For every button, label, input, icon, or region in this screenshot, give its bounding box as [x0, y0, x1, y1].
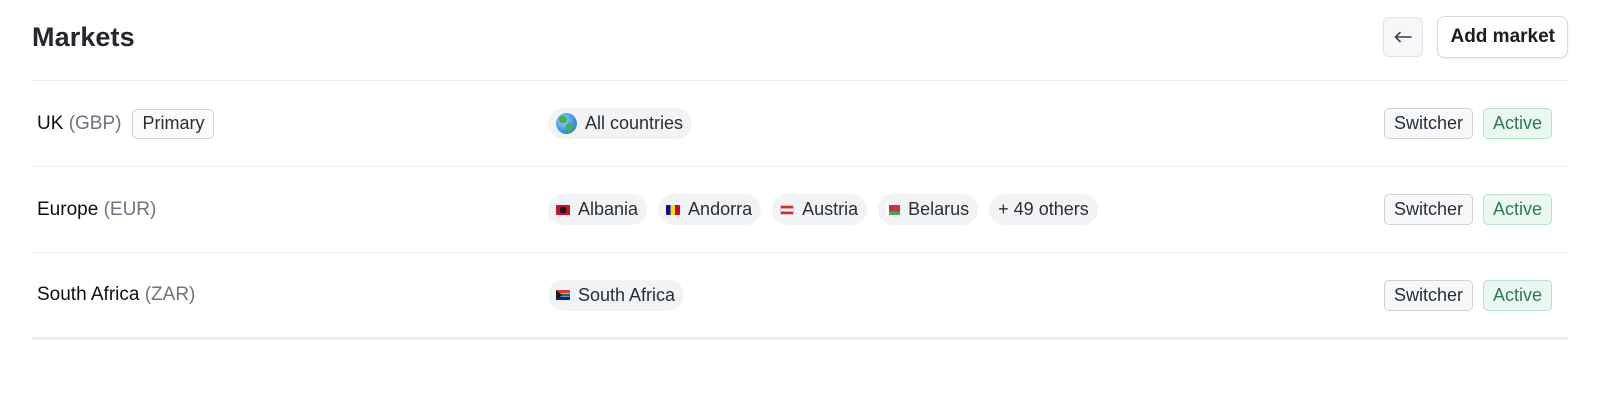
- flag-andorra-icon: [666, 204, 681, 215]
- market-countries: South Africa: [548, 279, 685, 311]
- country-chip-all-countries: All countries: [548, 108, 693, 139]
- page-header: Markets Add market: [32, 0, 1568, 81]
- flag-austria-icon: [780, 204, 795, 215]
- country-chip-south-africa: South Africa: [548, 279, 685, 311]
- flag-south-africa-icon: [556, 290, 570, 300]
- market-name: Europe (EUR): [37, 199, 156, 221]
- country-chip-label: Albania: [578, 199, 639, 219]
- status-badge: Active: [1482, 108, 1552, 139]
- market-name-text: Europe: [37, 198, 99, 220]
- switcher-badge: Switcher: [1383, 108, 1473, 139]
- market-row-badges: Switcher Active: [1383, 194, 1552, 225]
- country-chip-andorra: Andorra: [658, 194, 762, 225]
- country-chip-others: + 49 others: [989, 194, 1098, 225]
- page-title: Markets: [32, 21, 135, 52]
- market-currency: (ZAR): [144, 284, 196, 305]
- market-row-uk[interactable]: UK (GBP) Primary All countries Switcher …: [32, 81, 1568, 167]
- market-name: South Africa (ZAR): [37, 284, 195, 306]
- globe-icon: [556, 113, 577, 134]
- arrow-left-icon: [1395, 31, 1413, 43]
- market-currency: (EUR): [103, 198, 157, 220]
- market-row-south-africa[interactable]: South Africa (ZAR) South Africa Switcher…: [32, 253, 1568, 340]
- status-badge: Active: [1482, 194, 1552, 225]
- market-row-europe[interactable]: Europe (EUR) Albania Andorra Austria Bel…: [32, 167, 1568, 253]
- market-currency: (GBP): [68, 112, 122, 134]
- market-row-badges: Switcher Active: [1383, 279, 1552, 311]
- markets-page: Markets Add market UK (GBP) Primary All …: [0, 0, 1600, 410]
- market-name: UK (GBP) Primary: [37, 108, 215, 139]
- add-market-button[interactable]: Add market: [1437, 16, 1568, 58]
- country-chip-label: Austria: [802, 199, 859, 219]
- country-chip-austria: Austria: [772, 194, 868, 225]
- country-chip-albania: Albania: [548, 194, 648, 225]
- flag-belarus-icon: [886, 204, 901, 215]
- market-name-text: UK: [37, 112, 64, 134]
- country-chip-label: All countries: [585, 113, 684, 133]
- country-chip-label: Belarus: [908, 199, 970, 219]
- market-countries: Albania Andorra Austria Belarus + 49 oth…: [548, 194, 1098, 225]
- market-row-badges: Switcher Active: [1383, 108, 1552, 139]
- country-chip-label: Andorra: [688, 199, 753, 219]
- country-chip-label: South Africa: [578, 284, 676, 305]
- switcher-badge: Switcher: [1383, 279, 1473, 311]
- market-countries: All countries: [548, 108, 693, 139]
- primary-badge: Primary: [132, 108, 215, 139]
- header-actions: Add market: [1383, 16, 1568, 58]
- switcher-badge: Switcher: [1383, 194, 1473, 225]
- market-name-text: South Africa: [37, 284, 140, 305]
- back-button[interactable]: [1383, 17, 1424, 57]
- status-badge: Active: [1482, 279, 1552, 311]
- country-chip-belarus: Belarus: [878, 194, 979, 225]
- markets-list: UK (GBP) Primary All countries Switcher …: [32, 81, 1568, 340]
- flag-albania-icon: [556, 204, 570, 215]
